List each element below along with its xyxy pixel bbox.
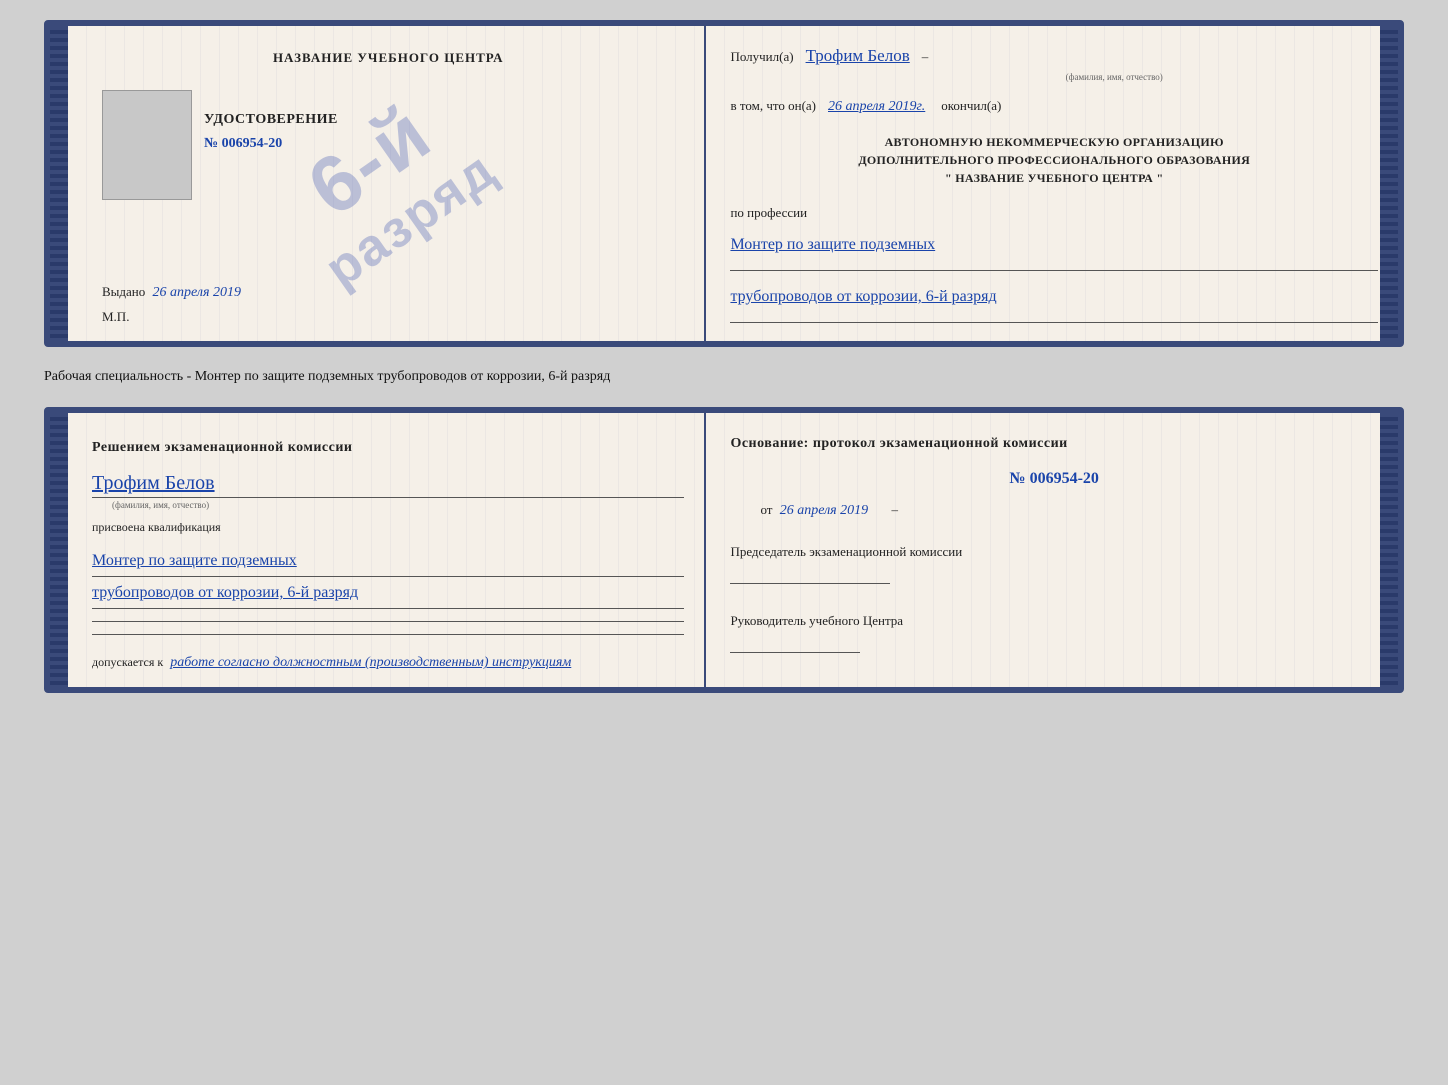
qual-divider1 — [92, 576, 684, 577]
allowed-prefix: допускается к — [92, 655, 163, 669]
name-underline — [92, 497, 684, 498]
name-sublabel: (фамилия, имя, отчество) — [850, 72, 1378, 82]
issued-label: Выдано — [102, 284, 145, 299]
dash-separator: – — [922, 49, 929, 65]
doc-bottom-right: Основание: протокол экзаменационной коми… — [706, 413, 1398, 687]
decision-heading: Решением экзаменационной комиссии — [92, 437, 684, 458]
profession-line1: Монтер по защите подземных — [730, 231, 1378, 258]
certificate-document-top: 6-й разряд НАЗВАНИЕ УЧЕБНОГО ЦЕНТРА УДОС… — [44, 20, 1404, 347]
profession-line2: трубопроводов от коррозии, 6-й разряд — [730, 283, 1378, 310]
protocol-date: 26 апреля 2019 — [780, 503, 868, 518]
center-head-label: Руководитель учебного Центра — [730, 612, 1378, 630]
bottom-name-sublabel: (фамилия, имя, отчество) — [112, 500, 684, 510]
in-that-prefix: в том, что он(а) — [730, 98, 816, 114]
profession-divider1 — [730, 270, 1378, 271]
bottom-right-binding — [1380, 413, 1398, 687]
center-title: НАЗВАНИЕ УЧЕБНОГО ЦЕНТРА — [273, 50, 504, 66]
qualification-label: присвоена квалификация — [92, 520, 684, 535]
bottom-left-binding — [50, 413, 68, 687]
date-prefix: от — [760, 502, 772, 517]
commission-head-block: Председатель экзаменационной комиссии — [730, 543, 1378, 586]
qual-divider4 — [92, 634, 684, 635]
protocol-number: № 006954-20 — [730, 470, 1378, 488]
org-name: " НАЗВАНИЕ УЧЕБНОГО ЦЕНТРА " — [730, 169, 1378, 187]
doc-top-right: Получил(а) Трофим Белов – (фамилия, имя,… — [706, 26, 1398, 341]
issued-line: Выдано 26 апреля 2019 — [92, 284, 241, 301]
commission-head-label: Председатель экзаменационной комиссии — [730, 543, 1378, 561]
center-head-block: Руководитель учебного Центра — [730, 612, 1378, 655]
cert-title: УДОСТОВЕРЕНИЕ — [204, 112, 338, 128]
between-label: Рабочая специальность - Монтер по защите… — [44, 363, 1404, 391]
cert-number-text: № 006954-20 — [204, 136, 282, 151]
doc-top-left: 6-й разряд НАЗВАНИЕ УЧЕБНОГО ЦЕНТРА УДОС… — [68, 26, 706, 341]
qualification-line1: Монтер по защите подземных — [92, 547, 684, 574]
doc-bottom-left: Решением экзаменационной комиссии Трофим… — [68, 413, 706, 687]
date-dash: – — [891, 502, 898, 517]
qual-divider2 — [92, 608, 684, 609]
photo-placeholder — [102, 90, 192, 200]
org-line2: ДОПОЛНИТЕЛЬНОГО ПРОФЕССИОНАЛЬНОГО ОБРАЗО… — [730, 151, 1378, 169]
protocol-number-text: № 006954-20 — [1010, 470, 1099, 487]
mp-line: М.П. — [92, 309, 129, 325]
recipient-name: Трофим Белов — [806, 46, 910, 66]
received-prefix: Получил(а) — [730, 49, 793, 65]
between-label-text: Рабочая специальность - Монтер по защите… — [44, 369, 610, 384]
qual-divider3 — [92, 621, 684, 622]
org-block: АВТОНОМНУЮ НЕКОММЕРЧЕСКУЮ ОРГАНИЗАЦИЮ ДО… — [730, 133, 1378, 187]
certificate-document-bottom: Решением экзаменационной комиссии Трофим… — [44, 407, 1404, 693]
cert-number: № 006954-20 — [204, 136, 338, 152]
profession-divider2 — [730, 322, 1378, 323]
issued-date: 26 апреля 2019 — [153, 285, 241, 300]
org-line1: АВТОНОМНУЮ НЕКОММЕРЧЕСКУЮ ОРГАНИЗАЦИЮ — [730, 133, 1378, 151]
bottom-recipient-name: Трофим Белов — [92, 472, 684, 495]
protocol-date-line: от 26 апреля 2019 – — [760, 502, 1378, 519]
allowed-block: допускается к работе согласно должностны… — [92, 655, 684, 671]
basis-text: Основание: протокол экзаменационной коми… — [730, 436, 1067, 451]
commission-sig-line — [730, 583, 890, 584]
center-sig-line — [730, 652, 860, 653]
received-line: Получил(а) Трофим Белов – — [730, 46, 1378, 66]
left-binding — [50, 26, 68, 341]
allowed-text: работе согласно должностным (производств… — [170, 655, 571, 670]
finished-label: окончил(а) — [941, 98, 1001, 114]
right-binding — [1380, 26, 1398, 341]
basis-heading: Основание: протокол экзаменационной коми… — [730, 433, 1378, 454]
decision-text: Решением экзаменационной комиссии — [92, 440, 352, 455]
in-that-line: в том, что он(а) 26 апреля 2019г. окончи… — [730, 98, 1378, 115]
qualification-line2: трубопроводов от коррозии, 6-й разряд — [92, 579, 684, 606]
completion-date: 26 апреля 2019г. — [828, 99, 925, 115]
profession-prefix: по профессии — [730, 205, 1378, 221]
